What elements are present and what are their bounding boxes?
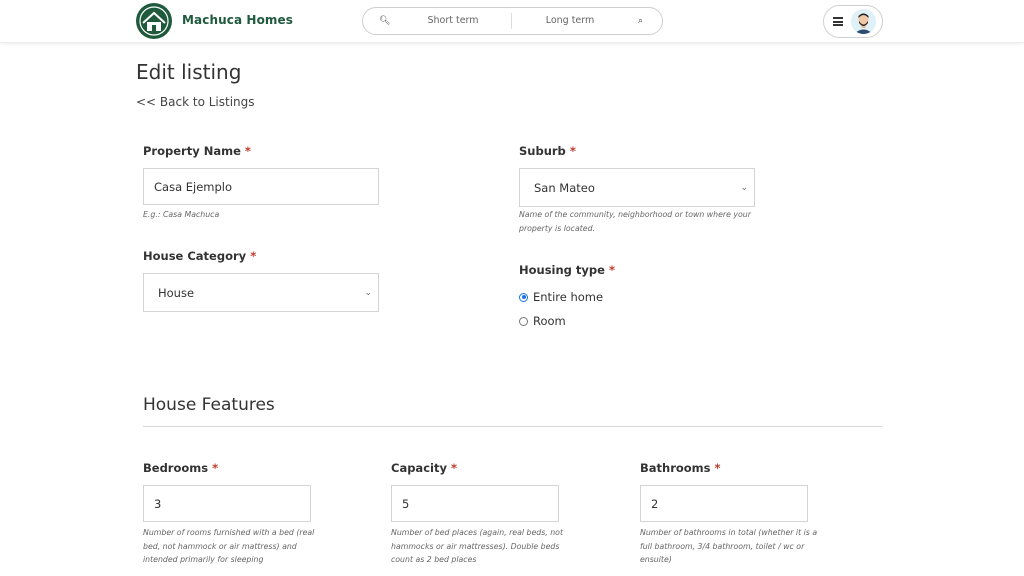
bathrooms-help: Number of bathrooms in total (whether it… (640, 526, 817, 567)
bathrooms-help-line-3: ensuite) (640, 555, 672, 564)
radio-button[interactable] (519, 316, 528, 326)
property-name-input[interactable]: Casa Ejemplo (143, 168, 379, 205)
bathrooms-input[interactable]: 2 (640, 485, 808, 522)
search-submit-icon[interactable]: ⌕ (638, 8, 643, 34)
search-icon: 🔍︎ (379, 16, 391, 26)
suburb-value: San Mateo (534, 180, 595, 195)
required-marker: * (212, 461, 219, 475)
bedrooms-label-text: Bedrooms (143, 461, 209, 475)
page-title: Edit listing (136, 60, 242, 84)
housing-type-label-text: Housing type (519, 263, 605, 277)
brand-name[interactable]: Machuca Homes (182, 13, 293, 27)
required-marker: * (608, 263, 615, 277)
long-term-option[interactable]: Long term (520, 8, 620, 34)
required-marker: * (450, 461, 457, 475)
avatar (851, 9, 876, 34)
capacity-help-line-1: Number of bed places (again, real beds, … (391, 528, 564, 537)
bedrooms-help-line-1: Number of rooms furnished with a bed (re… (143, 528, 315, 537)
required-marker: * (714, 461, 721, 475)
property-name-label-text: Property Name (143, 144, 241, 158)
search-bar[interactable]: 🔍︎ Short term Long term ⌕ (362, 7, 663, 35)
radio-entire-home[interactable]: Entire home (519, 290, 603, 304)
capacity-input[interactable]: 5 (391, 485, 559, 522)
suburb-select[interactable]: San Mateo ⌄ (519, 168, 755, 207)
house-features-title: House Features (143, 395, 275, 415)
house-category-label: House Category * (143, 249, 256, 263)
bathrooms-value: 2 (651, 496, 659, 511)
radio-room-label: Room (533, 314, 566, 328)
chevron-down-icon: ⌄ (364, 287, 372, 298)
bedrooms-value: 3 (154, 496, 162, 511)
suburb-help: Name of the community, neighborhood or t… (519, 208, 751, 235)
capacity-help-line-3: count as 2 bed places (391, 555, 477, 564)
chevron-down-icon: ⌄ (740, 182, 748, 193)
capacity-label: Capacity * (391, 461, 457, 475)
house-category-select[interactable]: House ⌄ (143, 273, 379, 312)
capacity-label-text: Capacity (391, 461, 447, 475)
bedrooms-help-line-3: intended primarily for sleeping (143, 555, 264, 564)
section-divider (143, 426, 882, 427)
bedrooms-input[interactable]: 3 (143, 485, 311, 522)
search-divider (511, 13, 512, 29)
menu-icon (833, 17, 843, 26)
required-marker: * (244, 144, 251, 158)
top-navbar: Machuca Homes 🔍︎ Short term Long term ⌕ (0, 0, 1024, 43)
short-term-option[interactable]: Short term (403, 8, 503, 34)
required-marker: * (569, 144, 576, 158)
bathrooms-help-line-2: full bathroom, 3/4 bathroom, toilet / wc… (640, 541, 805, 551)
radio-button-checked[interactable] (519, 292, 528, 302)
bathrooms-help-line-1: Number of bathrooms in total (whether it… (640, 528, 818, 537)
property-name-help: E.g.: Casa Machuca (143, 210, 220, 219)
brand-logo[interactable] (136, 3, 172, 39)
capacity-value: 5 (402, 496, 410, 511)
house-category-value: House (158, 285, 195, 300)
capacity-help: Number of bed places (again, real beds, … (391, 526, 563, 567)
suburb-label-text: Suburb (519, 144, 566, 158)
property-name-label: Property Name * (143, 144, 251, 158)
suburb-help-line-2: property is located. (519, 223, 596, 233)
back-to-listings-link[interactable]: << Back to Listings (136, 95, 255, 109)
required-marker: * (250, 249, 257, 263)
bedrooms-label: Bedrooms * (143, 461, 218, 475)
housing-type-label: Housing type * (519, 263, 615, 277)
bedrooms-help: Number of rooms furnished with a bed (re… (143, 526, 314, 567)
bedrooms-help-line-2: bed, not hammock or air mattress) and (143, 541, 297, 551)
user-menu-button[interactable] (823, 5, 883, 38)
suburb-help-line-1: Name of the community, neighborhood or t… (519, 210, 751, 219)
capacity-help-line-2: hammocks or air mattresses). Double beds (391, 541, 560, 551)
house-category-label-text: House Category (143, 249, 247, 263)
radio-entire-home-label: Entire home (533, 290, 604, 304)
radio-room[interactable]: Room (519, 314, 566, 328)
suburb-label: Suburb * (519, 144, 576, 158)
bathrooms-label-text: Bathrooms (640, 461, 711, 475)
bathrooms-label: Bathrooms * (640, 461, 721, 475)
property-name-value: Casa Ejemplo (154, 179, 233, 194)
